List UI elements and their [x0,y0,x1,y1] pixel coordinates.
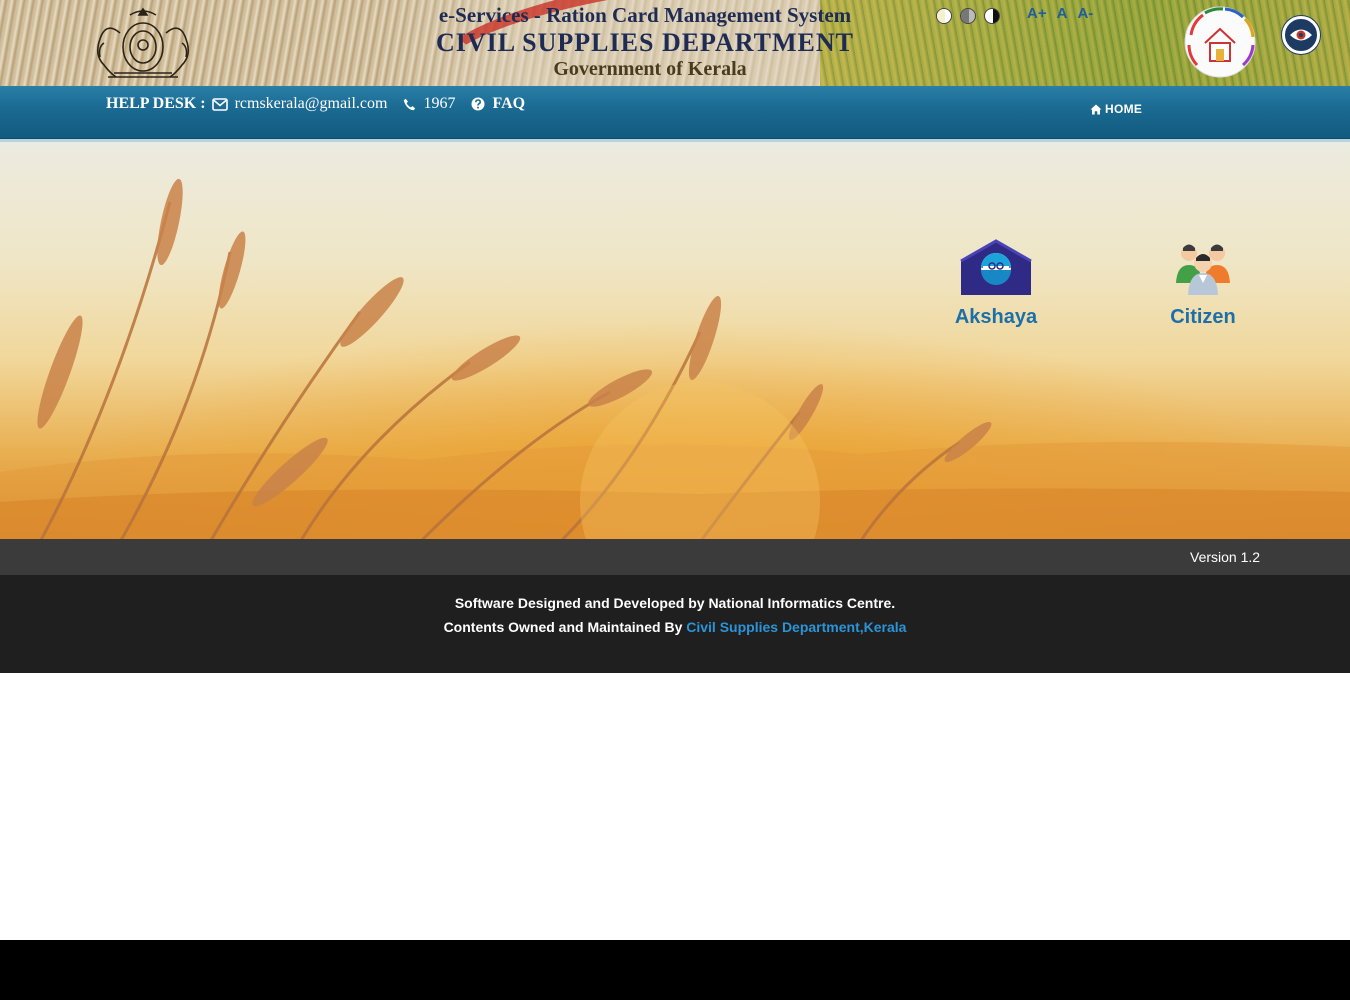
department-title: CIVIL SUPPLIES DEPARTMENT [435,28,854,57]
version-bar: Version 1.2 [0,539,1350,575]
hero-banner: Akshaya Citizen [0,139,1350,539]
department-logo-icon [1184,6,1256,78]
citizen-label: Citizen [1170,306,1236,328]
kerala-emblem-icon [96,7,190,78]
envelope-icon [211,97,228,111]
font-decrease-button[interactable]: A- [1077,5,1093,22]
home-icon [1090,104,1102,114]
version-text: Version 1.2 [1190,549,1261,565]
contrast-light-icon[interactable] [936,8,952,24]
site-title-block: e-Services - Ration Card Management Syst… [380,2,910,80]
wheat-field-illustration [0,178,1350,539]
navbar: HELP DESK : rcmskerala@gmail.com 1967 FA… [0,86,1350,139]
site-subtitle: e-Services - Ration Card Management Syst… [438,3,852,27]
footer-ownership-prefix: Contents Owned and Maintained By [443,619,687,635]
page-blank-area [0,673,1350,940]
screen-reader-button[interactable] [1282,16,1320,54]
contrast-gray-icon[interactable] [960,8,976,24]
government-title: Government of Kerala [553,58,747,80]
footer-developer-credit: Software Designed and Developed by Natio… [454,595,896,611]
faq-label: FAQ [492,95,526,112]
footer: Software Designed and Developed by Natio… [0,575,1350,673]
helpdesk: HELP DESK : rcmskerala@gmail.com 1967 FA… [106,95,541,113]
font-increase-button[interactable]: A+ [1027,5,1047,22]
contrast-controls [936,8,1000,24]
helpdesk-label: HELP DESK : [106,95,206,112]
header-banner: e-Services - Ration Card Management Syst… [0,0,1350,86]
akshaya-label: Akshaya [954,306,1038,328]
page-bottom-strip [0,940,1350,1000]
eye-icon [1290,29,1312,41]
helpdesk-email-text: rcmskerala@gmail.com [234,95,388,112]
akshaya-portal-link[interactable]: Akshaya [950,239,1042,329]
helpdesk-email[interactable]: rcmskerala@gmail.com [211,95,388,113]
font-size-controls: A+ A A- [1027,5,1093,22]
contrast-dark-icon[interactable] [984,8,1000,24]
footer-department-link[interactable]: Civil Supplies Department,Kerala [686,619,906,635]
helpdesk-phone: 1967 [403,95,455,113]
helpdesk-phone-text: 1967 [423,95,456,112]
question-circle-icon [471,97,485,111]
font-reset-button[interactable]: A [1057,5,1068,22]
nav-home-link[interactable]: HOME [1090,102,1142,116]
citizen-portal-link[interactable]: Citizen [1164,239,1242,329]
footer-ownership: Contents Owned and Maintained By Civil S… [0,619,1350,635]
akshaya-house-icon [960,239,1032,295]
citizen-group-icon [1176,244,1230,295]
phone-icon [404,98,416,110]
nav-home-label: HOME [1105,102,1143,116]
faq-link[interactable]: FAQ [471,95,525,113]
